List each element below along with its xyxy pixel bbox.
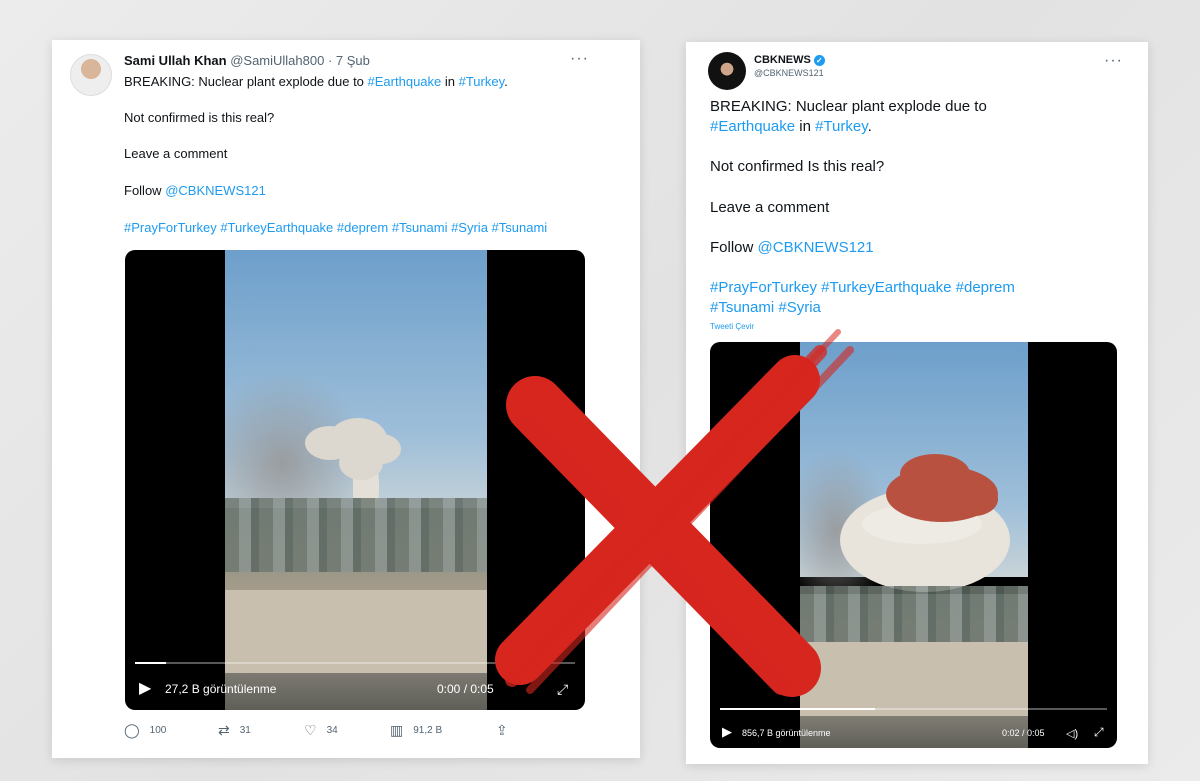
hashtag-link[interactable]: #Turkey bbox=[815, 118, 868, 135]
tweet-text: Follow bbox=[124, 183, 166, 198]
like-count: 34 bbox=[326, 725, 338, 736]
video-view-count: 27,2 B görüntülenme bbox=[165, 682, 277, 696]
like-button[interactable]: ♡ 34 bbox=[304, 722, 338, 739]
display-name[interactable]: Sami Ullah Khan bbox=[124, 53, 227, 68]
mention-link[interactable]: @CBKNEWS121 bbox=[758, 239, 874, 256]
retweet-icon: ⇄ bbox=[218, 722, 230, 738]
tweet-text: . bbox=[504, 74, 508, 89]
tweet-text: in bbox=[795, 118, 816, 135]
retweet-count: 31 bbox=[239, 725, 251, 736]
verified-badge-icon: ✓ bbox=[813, 54, 825, 66]
reply-icon: ◯ bbox=[124, 722, 140, 738]
tweet-text-line-4: Leave a comment bbox=[710, 199, 830, 216]
play-icon[interactable]: ▶ bbox=[722, 724, 732, 740]
views-count: 91,2 B bbox=[413, 725, 443, 736]
video-time: 0:00 / 0:05 bbox=[437, 682, 494, 696]
video-frame bbox=[800, 342, 1028, 748]
video-progress-bar[interactable] bbox=[720, 708, 1107, 710]
tweet-text-line-2: #Earthquake in #Turkey. bbox=[710, 118, 872, 135]
tweet-text-line-2: Not confirmed is this real? bbox=[124, 110, 275, 125]
display-name-row: CBKNEWS ✓ bbox=[754, 54, 825, 66]
handle-and-time[interactable]: @SamiUllah800 · 7 Şub bbox=[230, 53, 370, 68]
translate-tweet-link[interactable]: Tweeti Çevir bbox=[710, 322, 754, 331]
hashtag-link[interactable]: #Earthquake bbox=[368, 74, 442, 89]
heart-icon: ♡ bbox=[304, 722, 317, 738]
tweet-text: in bbox=[441, 74, 459, 89]
hashtags-line[interactable]: #PrayForTurkey #TurkeyEarthquake #deprem… bbox=[124, 220, 547, 235]
tweet-text: Follow bbox=[710, 239, 758, 256]
tweet-text-line-1: BREAKING: Nuclear plant explode due to bbox=[710, 98, 987, 115]
views-button[interactable]: ▥ 91,2 B bbox=[390, 722, 442, 739]
reply-button[interactable]: ◯ 100 bbox=[124, 722, 166, 739]
tweet-card-left: Sami Ullah Khan @SamiUllah800 · 7 Şub ··… bbox=[52, 40, 640, 758]
tweet-text-line-4: Follow @CBKNEWS121 bbox=[124, 183, 266, 198]
handle[interactable]: @CBKNEWS121 bbox=[754, 68, 824, 78]
tweet-card-right: CBKNEWS ✓ @CBKNEWS121 ··· BREAKING: Nucl… bbox=[686, 42, 1148, 764]
hashtag-link[interactable]: #Turkey bbox=[459, 74, 505, 89]
share-icon: ⇪ bbox=[496, 722, 508, 738]
video-view-count: 856,7 B görüntülenme bbox=[742, 728, 831, 738]
avatar[interactable] bbox=[70, 54, 112, 96]
tweet-text: BREAKING: Nuclear plant explode due to bbox=[124, 74, 368, 89]
tweet-text-line-3: Not confirmed Is this real? bbox=[710, 158, 885, 175]
bar-chart-icon: ▥ bbox=[390, 722, 404, 738]
mention-link[interactable]: @CBKNEWS121 bbox=[165, 183, 266, 198]
video-player[interactable]: ▶ 27,2 B görüntülenme 0:00 / 0:05 ⤢ bbox=[125, 250, 585, 710]
more-options-icon[interactable]: ··· bbox=[1104, 52, 1123, 70]
fullscreen-icon[interactable]: ⤢ bbox=[557, 681, 568, 698]
tweet-header: Sami Ullah Khan @SamiUllah800 · 7 Şub bbox=[124, 53, 370, 68]
video-time: 0:02 / 0:05 bbox=[1002, 728, 1045, 738]
display-name[interactable]: CBKNEWS bbox=[754, 54, 811, 66]
video-player[interactable]: ▶ 856,7 B görüntülenme 0:02 / 0:05 ◁) ⤢ bbox=[710, 342, 1117, 748]
avatar[interactable] bbox=[708, 52, 746, 90]
retweet-button[interactable]: ⇄ 31 bbox=[218, 722, 251, 739]
more-options-icon[interactable]: ··· bbox=[570, 50, 589, 68]
hashtags-line-2[interactable]: #Tsunami #Syria bbox=[710, 299, 821, 316]
reply-count: 100 bbox=[149, 725, 167, 736]
tweet-text-line-3: Leave a comment bbox=[124, 146, 228, 161]
video-progress-bar[interactable] bbox=[135, 662, 575, 664]
video-progress-fill bbox=[135, 662, 166, 664]
hashtags-line-1[interactable]: #PrayForTurkey #TurkeyEarthquake #deprem bbox=[710, 279, 1015, 296]
play-icon[interactable]: ▶ bbox=[139, 678, 151, 698]
tweet-text-line-1: BREAKING: Nuclear plant explode due to #… bbox=[124, 74, 508, 89]
hashtag-link[interactable]: #Earthquake bbox=[710, 118, 795, 135]
tweet-actions: ◯ 100 ⇄ 31 ♡ 34 ▥ 91,2 B ⇪ bbox=[124, 722, 524, 740]
share-button[interactable]: ⇪ bbox=[496, 722, 508, 739]
video-progress-fill bbox=[720, 708, 875, 710]
volume-icon[interactable]: ◁) bbox=[1066, 727, 1078, 740]
fullscreen-icon[interactable]: ⤢ bbox=[1094, 725, 1104, 740]
tweet-text-line-5: Follow @CBKNEWS121 bbox=[710, 239, 874, 256]
video-frame bbox=[225, 250, 487, 710]
tweet-text: . bbox=[867, 118, 872, 135]
